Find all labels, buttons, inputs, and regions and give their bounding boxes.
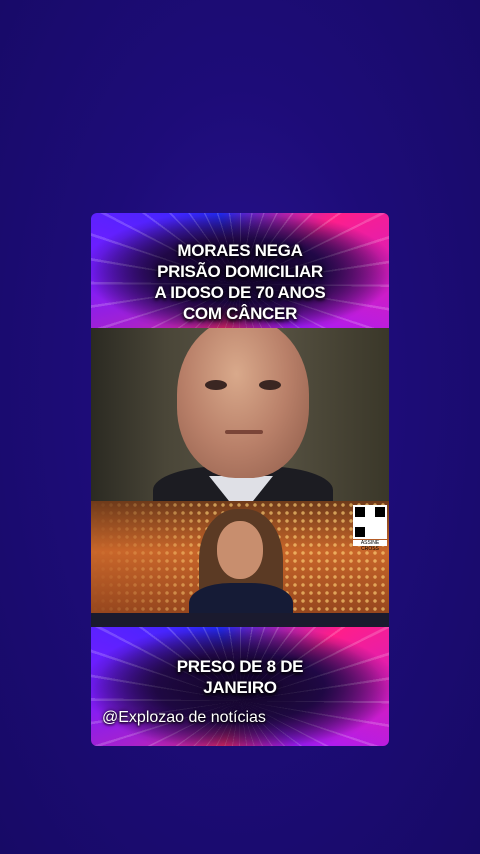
portrait-right-eye: [259, 380, 281, 390]
news-lower-bar: [91, 613, 389, 627]
portrait-mouth: [225, 430, 263, 434]
qr-code-icon: [353, 505, 387, 539]
video-post-card[interactable]: MORAES NEGA PRISÃO DOMICILIAR A IDOSO DE…: [91, 213, 389, 746]
top-headline: MORAES NEGA PRISÃO DOMICILIAR A IDOSO DE…: [91, 240, 389, 324]
top-headline-banner: MORAES NEGA PRISÃO DOMICILIAR A IDOSO DE…: [91, 213, 389, 328]
bottom-line-2: JANEIRO: [203, 678, 277, 697]
headline-line-4: COM CÂNCER: [182, 304, 298, 323]
headline-line-2: PRISÃO DOMICILIAR: [157, 262, 323, 281]
qr-label: ASSINE CROSS: [353, 540, 387, 552]
bottom-headline-banner: PRESO DE 8 DE JANEIRO @Explozao de notíc…: [91, 627, 389, 746]
portrait-photo: [91, 328, 389, 501]
page-background: { "post": { "top_headline": ["MORAES NEG…: [0, 0, 480, 854]
headline-line-3: A IDOSO DE 70 ANOS: [154, 283, 326, 302]
anchor-face: [217, 521, 263, 579]
news-anchor-clip: ASSINE CROSS: [91, 501, 389, 627]
headline-line-1: MORAES NEGA: [177, 241, 303, 260]
bottom-headline: PRESO DE 8 DE JANEIRO: [91, 656, 389, 698]
portrait-left-eye: [205, 380, 227, 390]
portrait-head: [177, 328, 309, 478]
bottom-line-1: PRESO DE 8 DE: [176, 657, 304, 676]
channel-credit: @Explozao de notícias: [102, 709, 266, 726]
